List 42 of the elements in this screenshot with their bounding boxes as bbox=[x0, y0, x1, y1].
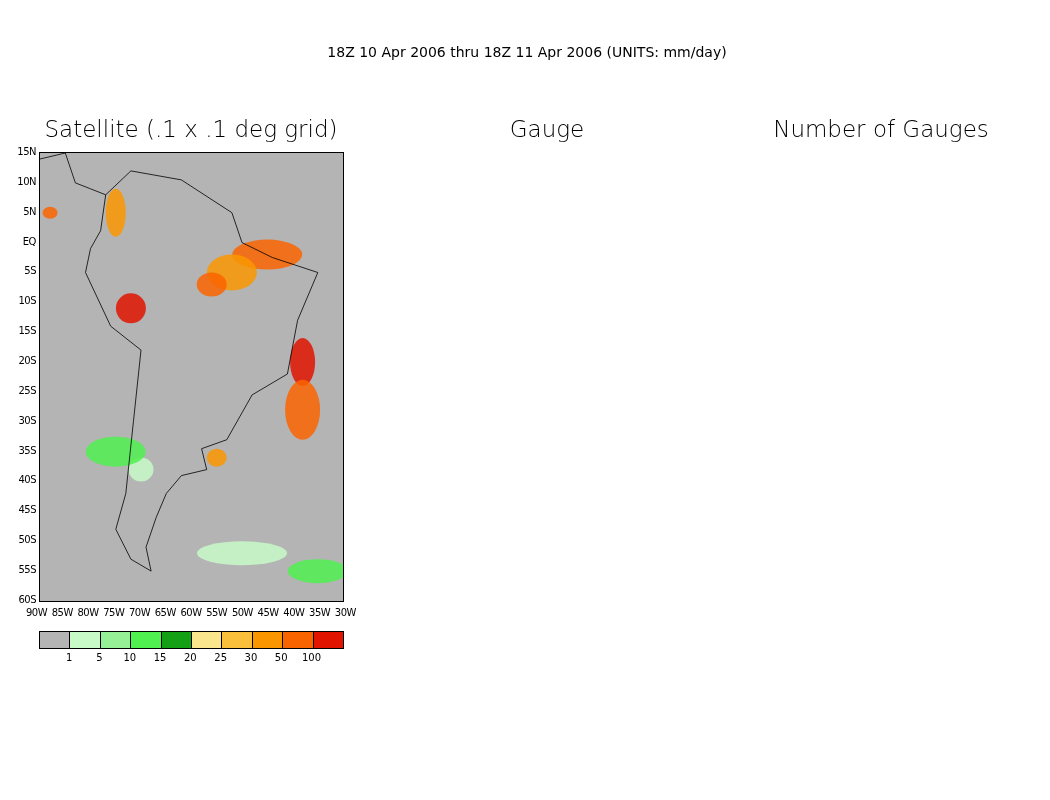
latitude-label: 10N bbox=[17, 175, 36, 188]
longitude-label: 40W bbox=[283, 607, 305, 619]
longitude-label: 70W bbox=[128, 607, 151, 619]
longitude-label: 55W bbox=[206, 607, 228, 619]
panel-title: Gauge bbox=[508, 116, 586, 144]
longitude-label: 60W bbox=[180, 607, 202, 619]
longitude-label: 50W bbox=[231, 607, 253, 619]
plot-title: 18Z 10 Apr 2006 thru 18Z 11 Apr 2006 (UNITS: mm/day) bbox=[326, 43, 728, 62]
latitude-label: 55S bbox=[18, 564, 36, 577]
latitude-label: 45S bbox=[18, 504, 36, 517]
legend-label: 20 bbox=[182, 652, 198, 663]
latitude-label: 35S bbox=[18, 444, 36, 457]
latitude-label: 20S bbox=[18, 355, 36, 367]
latitude-label: 10S bbox=[18, 295, 36, 308]
latitude-label: 15S bbox=[18, 325, 36, 338]
legend-label: 1 bbox=[64, 652, 74, 663]
longitude-label: 85W bbox=[51, 607, 73, 619]
legend-label: 50 bbox=[273, 652, 289, 663]
longitude-label: 45W bbox=[257, 607, 279, 619]
longitude-label: 90W bbox=[26, 607, 48, 619]
latitude-label: EQ bbox=[22, 235, 36, 248]
panel-title: Satellite (.1 x .1 deg grid) bbox=[43, 116, 339, 144]
legend-label: 25 bbox=[213, 652, 228, 663]
latitude-label: 5N bbox=[23, 205, 36, 218]
legend-label: 30 bbox=[243, 652, 259, 663]
latitude-label: 15N bbox=[17, 146, 36, 158]
longitude-label: 75W bbox=[103, 607, 125, 619]
latitude-label: 40S bbox=[18, 474, 36, 487]
latitude-label: 25S bbox=[18, 384, 36, 397]
longitude-label: 80W bbox=[77, 607, 99, 619]
latitude-label: 60S bbox=[18, 593, 36, 606]
legend-label: 100 bbox=[300, 652, 323, 663]
panel-title: Number of Gauges bbox=[772, 116, 990, 144]
latitude-label: 5S bbox=[24, 265, 36, 278]
longitude-label: 30W bbox=[334, 607, 356, 619]
legend-label: 10 bbox=[122, 652, 138, 663]
legend-label: 15 bbox=[152, 652, 168, 663]
latitude-label: 50S bbox=[18, 534, 36, 547]
latitude-label: 30S bbox=[18, 414, 36, 427]
longitude-label: 35W bbox=[309, 607, 331, 619]
longitude-label: 65W bbox=[154, 607, 176, 619]
legend-label: 5 bbox=[95, 652, 104, 663]
